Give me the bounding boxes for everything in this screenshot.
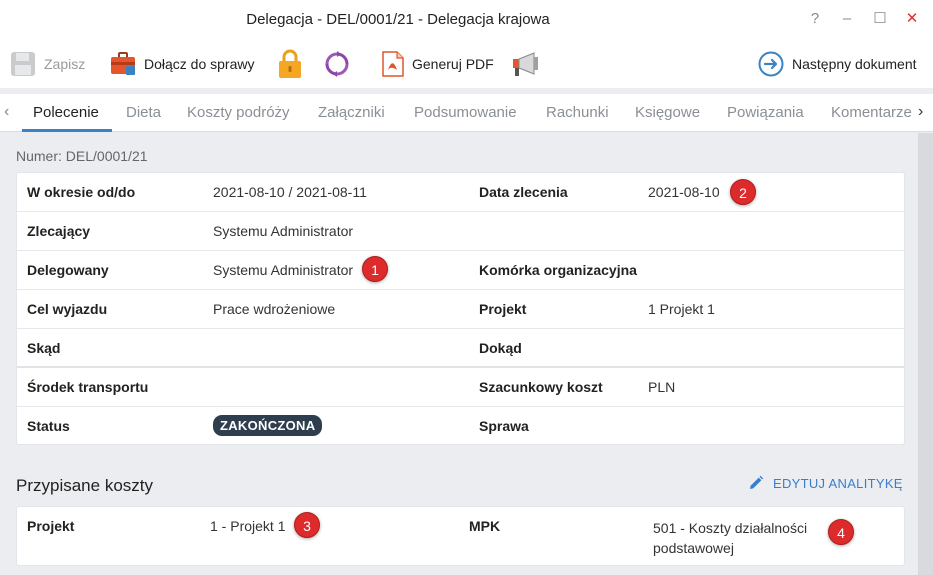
arrow-right-circle-icon — [758, 51, 784, 77]
okres-value: 2021-08-10 / 2021-08-11 — [213, 184, 367, 200]
attach-to-case-button[interactable]: Dołącz do sprawy — [110, 47, 255, 81]
edit-analytics-link[interactable]: EDYTUJ ANALITYKĘ — [748, 475, 903, 491]
data-zlecenia-value: 2021-08-10 — [648, 184, 720, 200]
callout-marker: 2 — [730, 179, 756, 205]
projekt-label: Projekt — [479, 301, 527, 317]
details-row: Skąd Dokąd — [17, 329, 905, 368]
window-titlebar: Delegacja - DEL/0001/21 - Delegacja kraj… — [0, 0, 933, 40]
szacunkowy-koszt-label: Szacunkowy koszt — [479, 379, 603, 395]
details-row: Status ZAKOŃCZONA Sprawa — [17, 407, 905, 446]
details-row: Środek transportu Szacunkowy koszt PLN — [17, 368, 905, 407]
status-cell: ZAKOŃCZONA — [213, 415, 323, 436]
szacunkowy-koszt-value: PLN — [648, 379, 676, 395]
tab-podsumowanie[interactable]: Podsumowanie — [414, 104, 517, 121]
next-document-button[interactable]: Następny dokument — [758, 47, 917, 81]
mpk-value-line2: podstawowej — [653, 540, 734, 556]
generate-pdf-button[interactable]: Generuj PDF — [382, 47, 494, 81]
cel-wyjazdu-value: Prace wdrożeniowe — [213, 301, 336, 317]
save-button[interactable]: Zapisz — [10, 47, 85, 81]
tab-koszty-podrozy[interactable]: Koszty podróży — [187, 104, 290, 121]
okres-label: W okresie od/do — [27, 184, 136, 200]
details-row: Zlecający Systemu Administrator — [17, 212, 905, 251]
active-tab-indicator — [22, 129, 112, 132]
document-number: Numer: DEL/0001/21 — [16, 148, 148, 164]
delegowany-value: Systemu Administrator — [213, 262, 354, 278]
sprawa-label: Sprawa — [479, 418, 529, 434]
mpk-value-line1: 501 - Koszty działalności — [653, 520, 808, 536]
details-row: W okresie od/do 2021-08-10 / 2021-08-11 … — [17, 173, 905, 212]
megaphone-icon — [513, 52, 538, 76]
briefcase-icon — [111, 52, 135, 75]
close-button[interactable]: ✕ — [901, 9, 923, 29]
assigned-costs-title: Przypisane koszty — [16, 476, 153, 495]
tab-bar: ‹ Polecenie Dieta Koszty podróży Załączn… — [0, 94, 933, 132]
details-row: Cel wyjazdu Prace wdrożeniowe Projekt 1 … — [17, 290, 905, 329]
delegowany-label: Delegowany — [27, 262, 109, 278]
maximize-button[interactable]: ☐ — [869, 9, 891, 29]
data-zlecenia-label: Data zlecenia — [479, 184, 568, 200]
announce-button[interactable] — [512, 47, 540, 81]
edit-analytics-label: EDYTUJ ANALITYKĘ — [773, 475, 903, 491]
status-label: Status — [27, 418, 70, 434]
tab-zalaczniki[interactable]: Załączniki — [318, 104, 385, 121]
pdf-label: Generuj PDF — [412, 56, 494, 72]
mpk-label: MPK — [469, 518, 501, 534]
attach-label: Dołącz do sprawy — [144, 56, 255, 72]
skad-label: Skąd — [27, 340, 61, 356]
pdf-file-icon — [382, 51, 404, 77]
projekt-value: 1 Projekt 1 — [648, 301, 715, 317]
save-label: Zapisz — [44, 56, 86, 72]
komorka-label: Komórka organizacyjna — [479, 262, 637, 278]
callout-marker: 3 — [294, 512, 320, 538]
tab-rachunki[interactable]: Rachunki — [546, 104, 609, 121]
costs-projekt-label: Projekt — [27, 518, 75, 534]
tab-komentarze[interactable]: Komentarze — [831, 104, 915, 121]
callout-marker: 4 — [828, 519, 854, 545]
lock-button[interactable] — [278, 47, 302, 81]
tabs-scroll-left-icon[interactable]: ‹ — [4, 103, 9, 121]
costs-card: Projekt 1 - Projekt 1 MPK 501 - Koszty d… — [16, 506, 905, 566]
help-button[interactable]: ? — [804, 9, 826, 29]
floppy-disk-icon — [11, 52, 35, 76]
callout-marker: 1 — [362, 256, 388, 282]
zlecajacy-label: Zlecający — [27, 223, 91, 239]
vertical-scrollbar[interactable] — [918, 133, 933, 575]
window-title: Delegacja - DEL/0001/21 - Delegacja kraj… — [246, 11, 550, 28]
cel-wyjazdu-label: Cel wyjazdu — [27, 301, 108, 317]
srodek-transportu-label: Środek transportu — [27, 379, 149, 395]
toolbar: Zapisz Dołącz do sprawy Generuj PDF Nast… — [0, 40, 933, 88]
next-document-label: Następny dokument — [792, 56, 917, 72]
status-badge: ZAKOŃCZONA — [213, 415, 323, 436]
pencil-icon — [750, 475, 764, 489]
refresh-button[interactable] — [324, 47, 350, 81]
padlock-icon — [279, 49, 301, 78]
tab-ksiegowe[interactable]: Księgowe — [635, 104, 700, 121]
details-row: Delegowany Systemu Administrator Komórka… — [17, 251, 905, 290]
dokad-label: Dokąd — [479, 340, 522, 356]
costs-projekt-value: 1 - Projekt 1 — [210, 518, 286, 534]
zlecajacy-value: Systemu Administrator — [213, 223, 354, 239]
mpk-value: 501 - Koszty działalności podstawowej — [653, 518, 807, 558]
circular-arrows-icon — [325, 51, 349, 77]
tabs-scroll-right-icon[interactable]: › — [918, 103, 923, 121]
tab-powiazania[interactable]: Powiązania — [727, 104, 804, 121]
details-card: W okresie od/do 2021-08-10 / 2021-08-11 … — [16, 172, 905, 445]
tab-dieta[interactable]: Dieta — [126, 104, 161, 121]
minimize-button[interactable]: – — [836, 9, 858, 29]
tab-polecenie[interactable]: Polecenie — [33, 104, 99, 121]
